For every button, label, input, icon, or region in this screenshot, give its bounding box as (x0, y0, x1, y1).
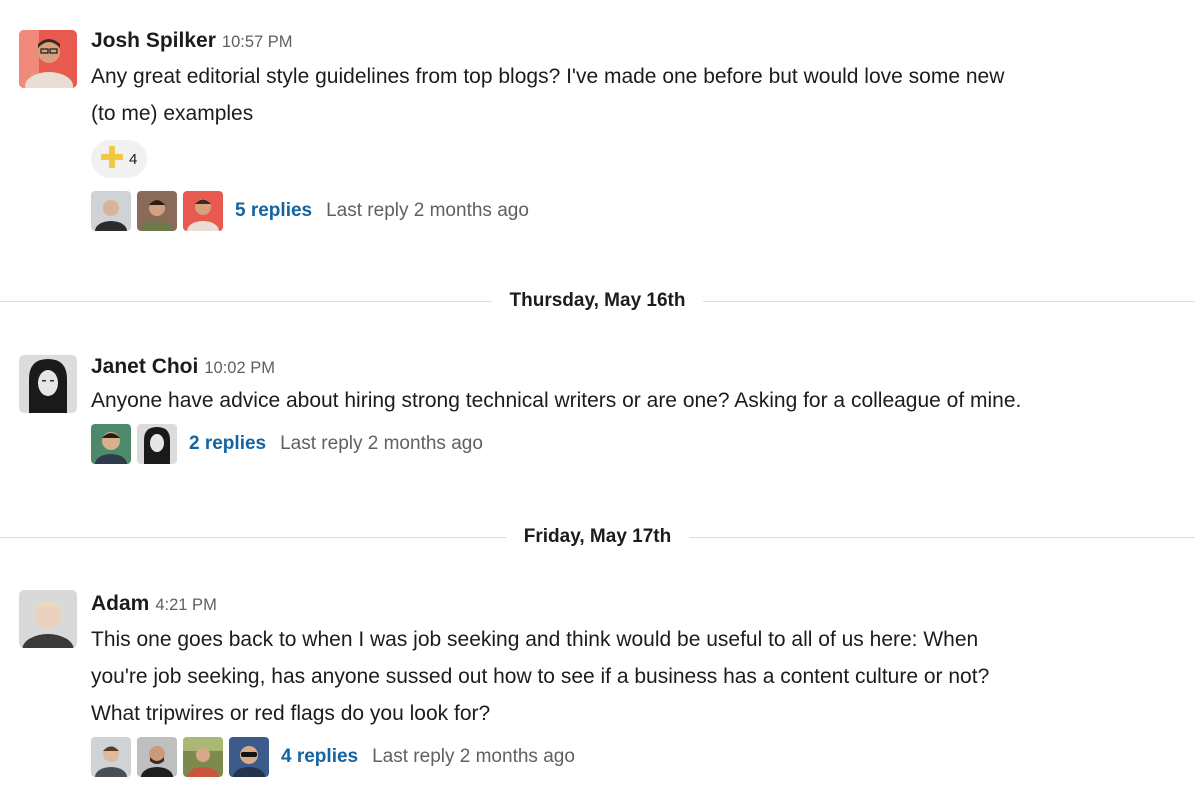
message-text-line: This one goes back to when I was job see… (91, 628, 979, 651)
date-divider: Thursday, May 16th (0, 289, 1195, 313)
last-reply-time: Last reply 2 months ago (326, 200, 529, 221)
message-header: Josh Spilker 10:57 PM (91, 26, 1180, 56)
timestamp[interactable]: 10:02 PM (204, 359, 275, 377)
avatar (91, 737, 131, 777)
heavy-plus-sign-icon (99, 144, 125, 175)
timestamp[interactable]: 10:57 PM (222, 33, 293, 51)
thread-summary[interactable]: 5 replies Last reply 2 months ago (91, 190, 1180, 232)
reply-count-link[interactable]: 5 replies (235, 200, 312, 222)
avatar (137, 191, 177, 231)
last-reply-time: Last reply 2 months ago (372, 746, 575, 767)
timestamp[interactable]: 4:21 PM (155, 596, 216, 614)
message-text-line: What tripwires or red flags do you look … (91, 702, 491, 725)
avatar (137, 424, 177, 464)
author-name[interactable]: Josh Spilker (91, 29, 216, 52)
avatar[interactable] (19, 30, 77, 88)
message-text-line: (to me) examples (91, 102, 254, 125)
avatar (91, 424, 131, 464)
avatar (137, 737, 177, 777)
avatar (91, 191, 131, 231)
date-label[interactable]: Thursday, May 16th (491, 289, 704, 313)
message-text: Any great editorial style guidelines fro… (91, 58, 1180, 132)
message-header: Adam 4:21 PM (91, 589, 1180, 619)
avatar[interactable] (19, 355, 77, 413)
date-divider: Friday, May 17th (0, 525, 1195, 549)
last-reply-time: Last reply 2 months ago (280, 433, 483, 454)
message-text-line: Anyone have advice about hiring strong t… (91, 389, 1022, 412)
thread-summary[interactable]: 2 replies Last reply 2 months ago (91, 423, 1180, 465)
author-name[interactable]: Adam (91, 592, 149, 615)
reaction-pill[interactable]: 4 (91, 140, 148, 178)
author-name[interactable]: Janet Choi (91, 355, 198, 378)
date-label[interactable]: Friday, May 17th (505, 525, 690, 549)
reaction-count: 4 (129, 150, 138, 168)
avatar (183, 737, 223, 777)
thread-summary[interactable]: 4 replies Last reply 2 months ago (91, 736, 1180, 778)
message-header: Janet Choi 10:02 PM (91, 352, 1180, 382)
avatar[interactable] (19, 590, 77, 648)
reply-count-link[interactable]: 2 replies (189, 433, 266, 455)
reply-count-link[interactable]: 4 replies (281, 746, 358, 768)
message-text-line: Any great editorial style guidelines fro… (91, 65, 1005, 88)
avatar (183, 191, 223, 231)
avatar (229, 737, 269, 777)
message-text-line: you're job seeking, has anyone sussed ou… (91, 665, 990, 688)
message-text: This one goes back to when I was job see… (91, 621, 1180, 732)
message-text: Anyone have advice about hiring strong t… (91, 382, 1180, 419)
